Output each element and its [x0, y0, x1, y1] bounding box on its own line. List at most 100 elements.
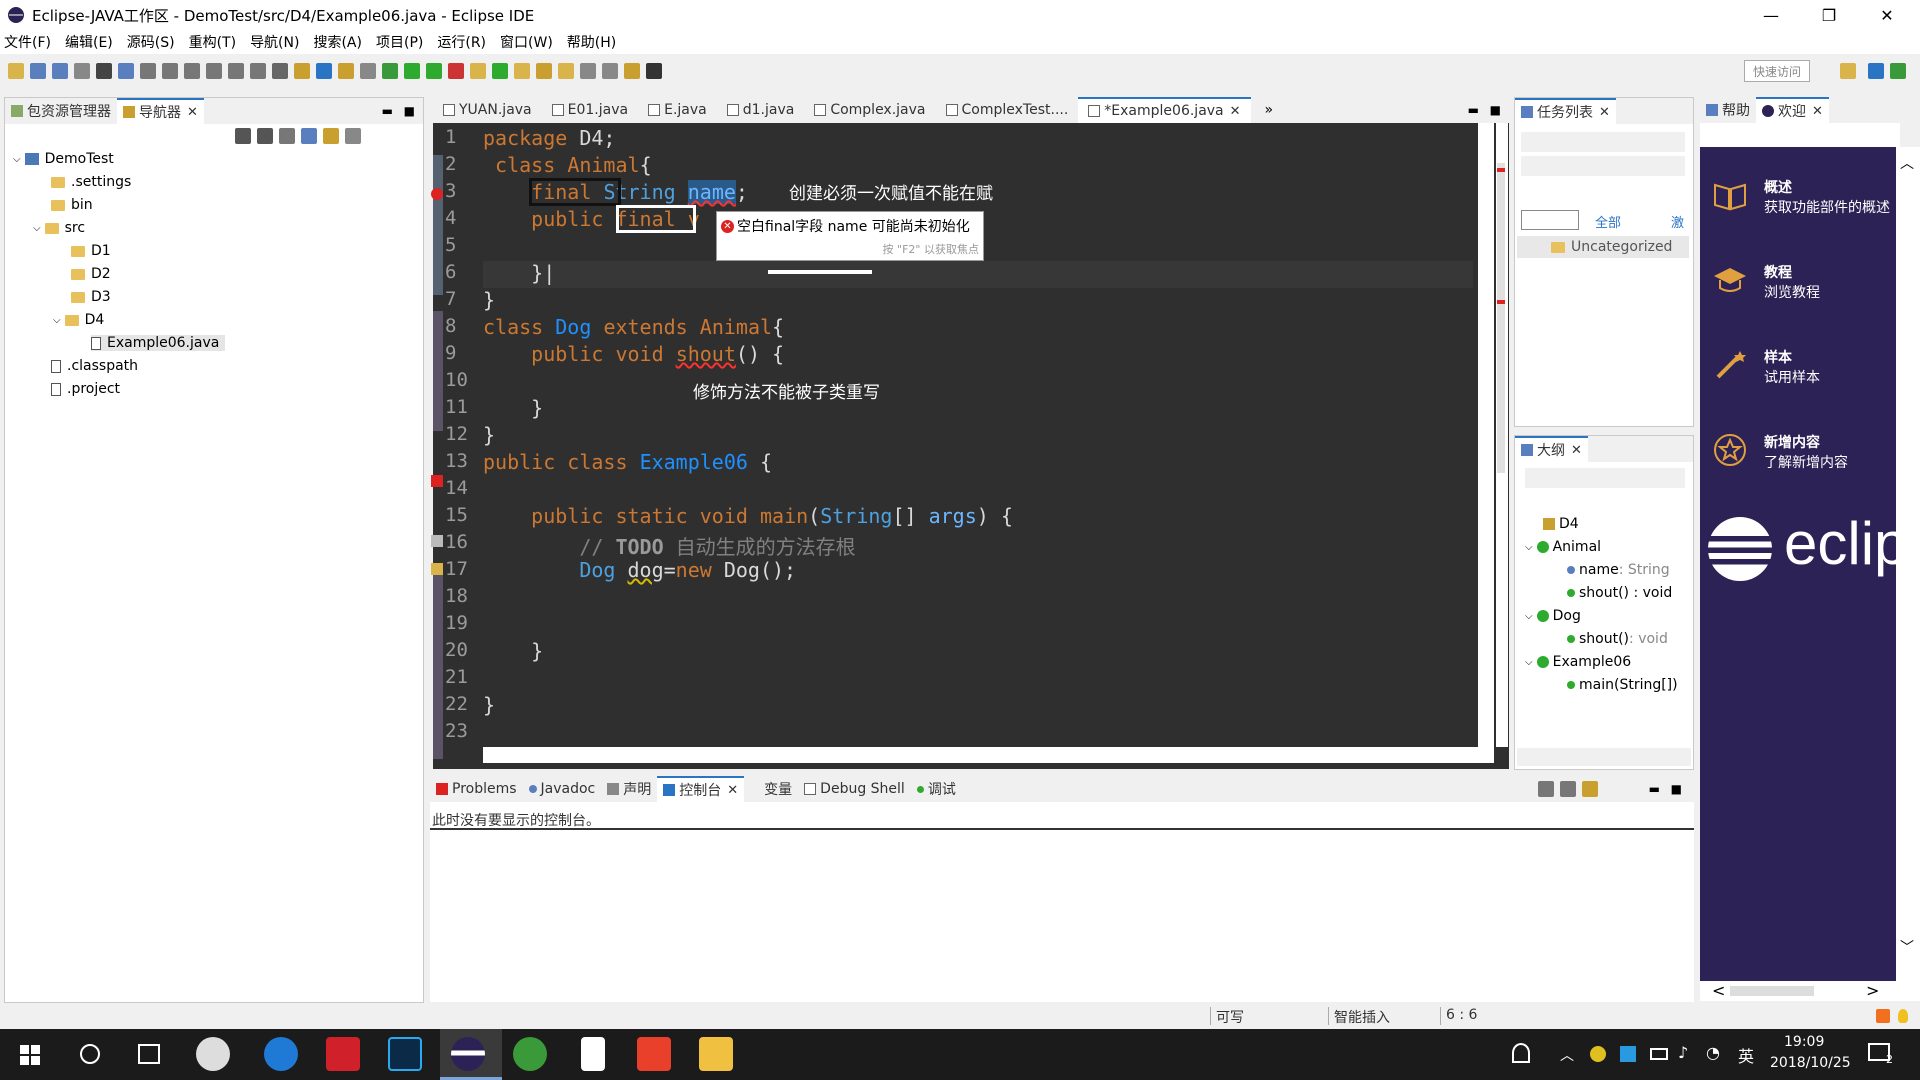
tab-navigator[interactable]: 导航器 ✕ [117, 98, 204, 124]
menu-run[interactable]: 运行(R) [437, 32, 486, 52]
photoshop-icon[interactable] [388, 1037, 422, 1071]
tree-item-folder[interactable]: bin [51, 197, 93, 213]
external-tools-icon[interactable] [448, 63, 464, 79]
edge-browser-icon[interactable] [264, 1037, 298, 1071]
filter-activate-link[interactable]: 激 [1671, 212, 1684, 231]
tree-item-file[interactable]: .project [51, 381, 120, 397]
wifi-icon[interactable]: ◔ [1706, 1043, 1720, 1062]
show-whitespace-icon[interactable] [360, 63, 376, 79]
maximize-icon[interactable]: ■ [1671, 782, 1682, 796]
editor-tab[interactable]: ComplexTest.... [936, 97, 1079, 123]
tray-app-icon[interactable] [1590, 1046, 1606, 1062]
minimize-icon[interactable]: ▬ [1649, 782, 1660, 796]
error-marker-icon[interactable] [431, 188, 443, 200]
tab-welcome[interactable]: 欢迎 ✕ [1756, 97, 1829, 123]
tab-debug[interactable]: 调试 [911, 776, 962, 802]
tree-item-project[interactable]: ⌵ DemoTest [13, 151, 114, 167]
tree-item-folder[interactable]: .settings [51, 174, 131, 190]
chevron-down-icon[interactable]: ⌵ [33, 223, 41, 234]
file-explorer-icon[interactable] [699, 1037, 733, 1071]
clock-date[interactable]: 2018/10/25 [1770, 1055, 1851, 1071]
welcome-samples[interactable]: 样本 试用样本 [1712, 347, 1820, 387]
tree-item-file[interactable]: .classpath [51, 358, 138, 374]
app-icon-xmind[interactable] [637, 1037, 671, 1071]
search-icon[interactable] [558, 63, 574, 79]
tree-item-folder[interactable]: ⌵ src [33, 220, 85, 236]
open-task-icon[interactable] [536, 63, 552, 79]
maximize-icon[interactable]: ■ [1490, 103, 1501, 117]
menu-search[interactable]: 搜索(A) [313, 32, 362, 52]
open-console-icon[interactable] [1582, 781, 1598, 797]
skip-breakpoints-icon[interactable] [118, 63, 134, 79]
minimize-icon[interactable]: ▬ [1468, 103, 1479, 117]
tree-item-folder[interactable]: D3 [71, 289, 111, 305]
tab-task-list[interactable]: 任务列表 ✕ [1515, 98, 1616, 124]
link-editor-icon[interactable] [323, 128, 339, 144]
tab-console[interactable]: 控制台 ✕ [657, 776, 745, 802]
forward-icon[interactable] [257, 128, 273, 144]
collapse-all-icon[interactable] [301, 128, 317, 144]
tray-app-icon[interactable] [1620, 1046, 1636, 1062]
people-icon[interactable] [1512, 1043, 1530, 1063]
minimize-icon[interactable]: ▬ [382, 104, 393, 118]
close-icon[interactable]: ✕ [727, 783, 738, 798]
chevron-down-icon[interactable]: ⌵ [1525, 542, 1533, 553]
print-icon[interactable] [74, 63, 90, 79]
forward-icon[interactable] [646, 63, 662, 79]
console-area[interactable]: 此时没有要显示的控制台。 [430, 802, 1694, 1002]
restore-button[interactable]: ❐ [1800, 0, 1858, 30]
welcome-whats-new[interactable]: 新增内容 了解新增内容 [1712, 432, 1848, 472]
close-icon[interactable]: ✕ [1571, 443, 1582, 458]
editor-tab[interactable]: YUAN.java [433, 97, 542, 123]
error-marker-icon[interactable] [1497, 168, 1505, 172]
save-icon[interactable] [30, 63, 46, 79]
volume-icon[interactable]: ♪ [1678, 1043, 1688, 1062]
close-icon[interactable]: ✕ [187, 105, 198, 120]
chevron-down-icon[interactable]: ⌵ [53, 315, 61, 326]
editor-tab[interactable]: Complex.java [804, 97, 935, 123]
step-over-icon[interactable] [228, 63, 244, 79]
scroll-thumb[interactable] [1730, 986, 1814, 996]
vertical-scrollbar[interactable] [1478, 123, 1494, 747]
pin-console-icon[interactable] [1538, 781, 1554, 797]
menu-file[interactable]: 文件(F) [4, 32, 51, 52]
debug-perspective-switch-icon[interactable] [1890, 63, 1906, 79]
youdao-dictionary-icon[interactable] [326, 1037, 360, 1071]
new-class-icon[interactable] [492, 63, 508, 79]
close-icon[interactable]: ✕ [1230, 104, 1241, 119]
prev-annotation-icon[interactable] [602, 63, 618, 79]
chevron-left-icon[interactable]: < [1712, 981, 1725, 1000]
error-marker-icon[interactable] [1497, 300, 1505, 304]
java-perspective-icon[interactable] [1868, 63, 1884, 79]
close-icon[interactable]: ✕ [1812, 104, 1823, 119]
warning-marker-icon[interactable] [431, 563, 443, 575]
tree-item-folder[interactable]: D1 [71, 243, 111, 259]
toggle-block-icon[interactable] [338, 63, 354, 79]
welcome-tutorials[interactable]: 教程 浏览教程 [1712, 262, 1820, 302]
editor-tab-active[interactable]: *Example06.java ✕ [1078, 97, 1251, 123]
maximize-icon[interactable]: ■ [404, 104, 415, 118]
menu-edit[interactable]: 编辑(E) [65, 32, 113, 52]
outline-item[interactable]: ⌵ Dog [1525, 608, 1581, 624]
editor-tab[interactable]: E.java [638, 97, 717, 123]
chevron-down-icon[interactable]: ⌵ [1525, 657, 1533, 668]
app-icon-pinwheel[interactable] [196, 1037, 230, 1071]
minimize-button[interactable]: — [1742, 0, 1800, 30]
outline-horizontal-scrollbar[interactable] [1517, 748, 1691, 766]
welcome-overview[interactable]: 概述 获取功能部件的概述 [1712, 177, 1890, 217]
error-tooltip[interactable]: ✕ 空白final字段 name 可能尚未初始化 按 "F2" 以获取焦点 [716, 211, 984, 261]
editor-tab[interactable]: d1.java [717, 97, 805, 123]
open-type-icon[interactable] [514, 63, 530, 79]
open-perspective-icon[interactable] [1840, 63, 1856, 79]
eclipse-taskbar-icon[interactable] [451, 1037, 485, 1071]
tab-package-explorer[interactable]: 包资源管理器 [5, 98, 117, 124]
new-icon[interactable] [8, 63, 24, 79]
resume-icon[interactable] [140, 63, 156, 79]
outline-item[interactable]: shout() : void [1567, 631, 1668, 647]
close-icon[interactable]: ✕ [1599, 105, 1610, 120]
next-annotation-icon[interactable] [580, 63, 596, 79]
step-into-icon[interactable] [206, 63, 222, 79]
welcome-vertical-scrollbar[interactable]: ︿ ﹀ [1896, 147, 1920, 981]
menu-help[interactable]: 帮助(H) [567, 32, 616, 52]
back-icon[interactable] [235, 128, 251, 144]
